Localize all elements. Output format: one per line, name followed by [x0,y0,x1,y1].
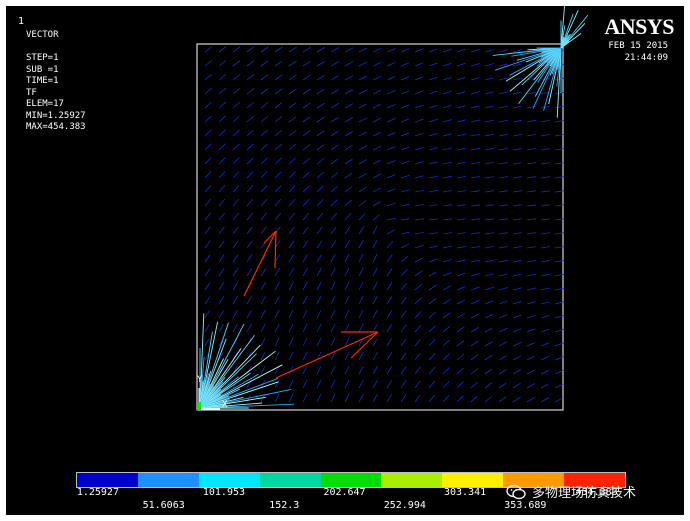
watermark-text: 多物理场仿真技术 [532,486,637,501]
legend-label: 152.3 [269,500,300,511]
legend-color-segment [320,473,382,487]
legend-label: 353.689 [504,500,547,511]
vector-plot: Y X [196,6,589,411]
watermark: 多物理场仿真技术 [506,482,636,501]
wechat-icon [506,484,526,499]
legend-color-segment [259,473,321,487]
legend-label: 101.953 [202,487,246,498]
legend-label: 51.6063 [142,500,185,511]
graphics-viewport[interactable]: 1 VECTOR STEP=1 SUB =1 TIME=1 TF ELEM=17 MIN=… [6,6,684,515]
vector-field [199,6,589,409]
legend-color-segment [77,473,138,487]
legend-label: 252.994 [383,500,426,511]
legend-label: 1.25927 [76,487,119,498]
legend-label: 303.341 [444,487,487,498]
legend-label: 202.647 [323,487,366,498]
legend-color-segment [442,473,504,487]
red-arrow-1 [243,230,277,297]
x-axis-label: X [222,400,228,410]
legend-color-segment [198,473,260,487]
y-axis-label: Y [197,375,203,385]
legend-color-segment [381,473,443,487]
legend-color-segment [137,473,199,487]
origin-marker [197,402,201,410]
